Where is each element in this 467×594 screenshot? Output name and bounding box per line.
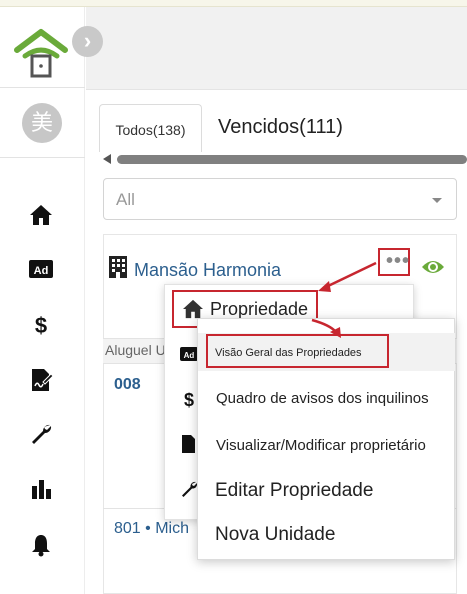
filter-select-value: All — [116, 190, 135, 209]
svg-text:$: $ — [184, 390, 194, 408]
tab-all[interactable]: Todos(138) — [99, 104, 202, 152]
horizontal-scrollbar[interactable] — [103, 154, 467, 164]
home-icon — [183, 299, 203, 319]
ad-icon[interactable]: Ad — [28, 256, 54, 282]
contract-sign-icon[interactable] — [28, 367, 54, 393]
top-strip — [0, 0, 467, 7]
more-dots-icon: ••• — [386, 250, 411, 272]
sidebar: 美 Ad $ — [0, 7, 85, 594]
avatar[interactable]: 美 — [22, 103, 62, 143]
submenu-item-new-unit[interactable]: Nova Unidade — [215, 524, 335, 546]
submenu-item-tenant-board[interactable]: Quadro de avisos dos inquilinos — [216, 390, 429, 407]
submenu-item-owner[interactable]: Visualizar/Modificar proprietário — [216, 437, 426, 454]
filter-select[interactable]: All — [103, 178, 457, 220]
dollar-icon[interactable]: $ — [180, 390, 198, 408]
bell-icon[interactable] — [28, 532, 54, 558]
menu-item-property-label: Propriedade — [210, 299, 309, 319]
sidebar-toggle-button[interactable]: › — [72, 26, 103, 57]
unit-link[interactable]: 008 — [114, 376, 141, 394]
rental-units-label: Aluguel U — [105, 342, 166, 358]
building-icon — [109, 256, 127, 278]
wrench-icon[interactable] — [180, 480, 198, 498]
home-icon[interactable] — [28, 202, 54, 228]
wrench-icon[interactable] — [28, 421, 54, 447]
tab-overdue[interactable]: Vencidos(111) — [218, 116, 343, 139]
more-options-button[interactable]: ••• — [378, 248, 410, 276]
submenu-item-overview-label[interactable]: Visão Geral das Propriedades — [215, 347, 362, 359]
svg-text:Ad: Ad — [184, 351, 195, 360]
property-name-link[interactable]: Mansão Harmonia — [134, 260, 281, 281]
logo-icon — [14, 29, 68, 78]
sidebar-divider — [0, 87, 85, 88]
scrollbar-thumb[interactable] — [117, 155, 467, 164]
submenu-item-edit-property[interactable]: Editar Propriedade — [215, 480, 373, 502]
chevron-right-icon: › — [83, 28, 92, 53]
eye-icon[interactable] — [421, 257, 445, 277]
unit-link[interactable]: 801 • Mich — [114, 520, 189, 538]
contract-sign-icon[interactable] — [180, 435, 198, 453]
chevron-down-icon — [432, 198, 442, 203]
sidebar-divider — [0, 157, 85, 158]
dollar-icon[interactable]: $ — [28, 311, 54, 337]
svg-text:Ad: Ad — [34, 265, 49, 277]
svg-text:$: $ — [35, 313, 47, 336]
scroll-left-arrow-icon[interactable] — [103, 154, 111, 164]
main-header — [86, 7, 467, 90]
ad-icon[interactable]: Ad — [180, 345, 198, 363]
bar-chart-icon[interactable] — [28, 476, 54, 502]
